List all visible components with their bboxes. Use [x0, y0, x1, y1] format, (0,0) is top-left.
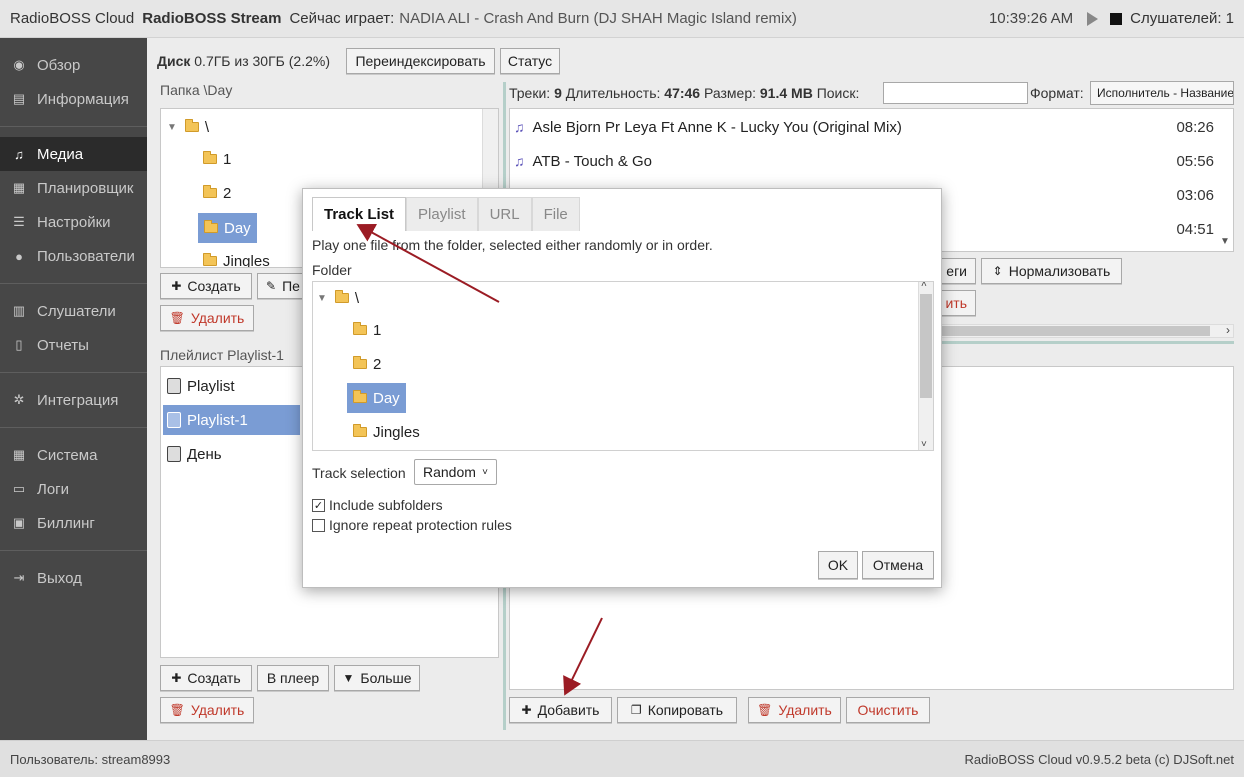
annotation-arrows	[356, 223, 603, 696]
annotation-arrow-to-tracklist	[356, 223, 500, 303]
current-user: Пользователь: stream8993	[10, 751, 171, 767]
footer: Пользователь: stream8993 RadioBOSS Cloud…	[0, 740, 1244, 777]
annotation-arrow-to-add	[563, 617, 603, 696]
version-info: RadioBOSS Cloud v0.9.5.2 beta (c) DJSoft…	[964, 751, 1234, 767]
